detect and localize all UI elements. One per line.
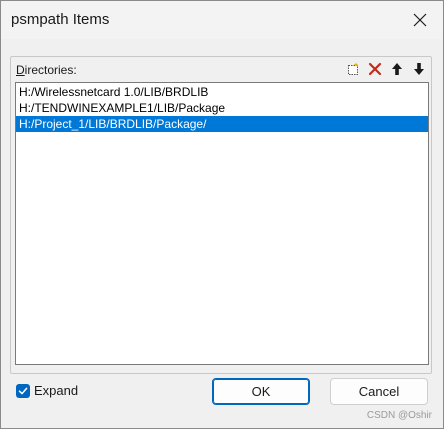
expand-checkbox[interactable] [16,383,30,398]
new-icon [348,62,359,75]
window-title: psmpath Items [11,11,110,28]
arrow-down-icon [414,63,424,75]
title-bar: psmpath Items [1,1,443,39]
list-item[interactable]: H:/Wirelessnetcard 1.0/LIB/BRDLIB [16,84,428,100]
directories-toolbar [344,60,428,78]
delete-item-button[interactable] [366,60,384,78]
expand-option[interactable]: Expand [16,383,78,398]
move-down-button[interactable] [410,60,428,78]
expand-label[interactable]: Expand [34,383,78,398]
directories-label: Directories: [16,63,77,77]
move-up-button[interactable] [388,60,406,78]
delete-icon [368,62,382,76]
close-button[interactable] [397,1,443,39]
checkmark-icon [18,387,28,394]
arrow-up-icon [392,63,402,75]
cancel-button[interactable]: Cancel [330,378,428,405]
list-item-selected[interactable]: H:/Project_1/LIB/BRDLIB/Package/ [16,116,428,132]
list-item[interactable]: H:/TENDWINEXAMPLE1/LIB/Package [16,100,428,116]
directories-list[interactable]: H:/Wirelessnetcard 1.0/LIB/BRDLIB H:/TEN… [15,82,429,365]
ok-button[interactable]: OK [212,378,310,405]
close-icon [413,13,427,27]
new-item-button[interactable] [344,60,362,78]
watermark: CSDN @Oshir [366,410,432,421]
